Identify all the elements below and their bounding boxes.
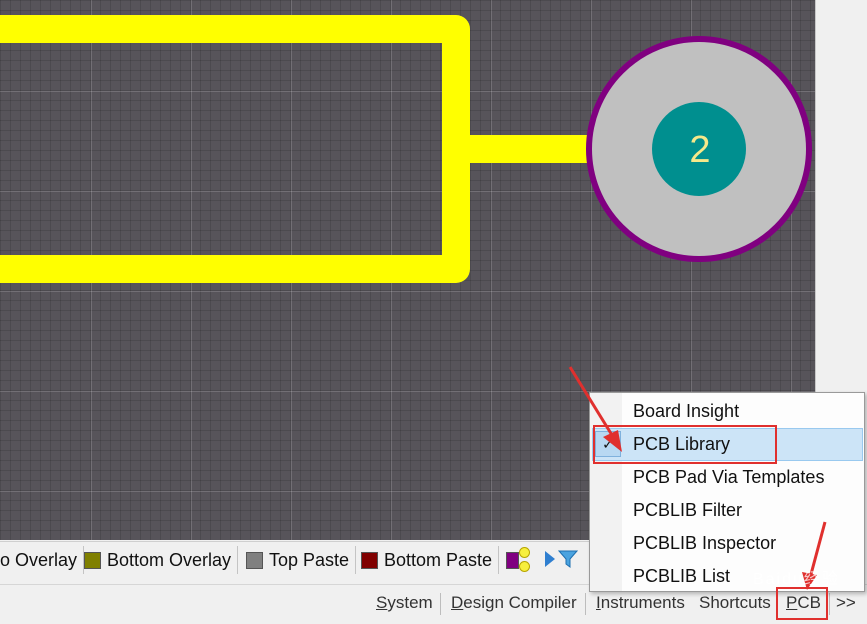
- layer-tabs-bar: o Overlay Bottom Overlay Top Paste Botto…: [0, 541, 600, 578]
- menu-item-label: PCBLIB Filter: [633, 500, 743, 520]
- accel-key: S: [376, 593, 388, 612]
- layer-color-swatch: [84, 551, 101, 569]
- shortcuts-panel-button[interactable]: Shortcuts: [699, 589, 771, 617]
- menu-item-pcblib-inspector[interactable]: PCBLIB Inspector: [592, 527, 863, 560]
- layer-tab-bottom-overlay[interactable]: Bottom Overlay: [78, 546, 239, 574]
- highlight-box-pcb-library: [593, 425, 777, 464]
- yellow-trace[interactable]: [0, 15, 600, 283]
- layer-color-swatch: [361, 551, 378, 569]
- layer-tab-label: o Overlay: [0, 549, 78, 570]
- layer-tab-label: Top Paste: [269, 549, 350, 570]
- layer-color-swatch: [506, 551, 519, 569]
- menu-item-label: Board Insight: [633, 401, 740, 421]
- more-panels-button[interactable]: >>: [836, 589, 856, 617]
- layer-tab-label: Bottom Overlay: [107, 549, 232, 570]
- layer-tab-top-overlay[interactable]: o Overlay: [0, 546, 85, 574]
- layer-set-bottom-dot-icon[interactable]: [519, 561, 530, 572]
- panel-separator: [585, 593, 586, 615]
- menu-item-pcb-pad-via-templates[interactable]: PCB Pad Via Templates: [592, 461, 863, 494]
- menu-item-label: PCBLIB List: [633, 566, 731, 586]
- filter-icon[interactable]: [558, 549, 578, 569]
- layer-color-swatch: [246, 551, 263, 569]
- menu-item-board-insight[interactable]: Board Insight: [592, 395, 863, 428]
- accel-key: D: [451, 593, 464, 612]
- button-label: Shortcuts: [699, 593, 771, 612]
- pad-number-label: 2: [689, 129, 710, 171]
- menu-item-label: PCBLIB Inspector: [633, 533, 777, 553]
- menu-item-pcblib-filter[interactable]: PCBLIB Filter: [592, 494, 863, 527]
- system-panel-button[interactable]: System: [376, 589, 433, 617]
- highlight-box-pcb-button: [776, 587, 828, 620]
- button-label: esign Compiler: [463, 593, 577, 612]
- panel-separator: [440, 593, 441, 615]
- layer-tab-bottom-paste[interactable]: Bottom Paste: [355, 546, 500, 574]
- pcb-panels-menu: Board Insight ✓ PCB Library PCB Pad Via …: [589, 392, 865, 592]
- layer-tab-label: Bottom Paste: [384, 549, 493, 570]
- menu-item-label: PCB Pad Via Templates: [633, 467, 825, 487]
- panel-separator: [829, 593, 830, 615]
- design-compiler-panel-button[interactable]: Design Compiler: [451, 589, 577, 617]
- layer-set-top-dot-icon[interactable]: [519, 547, 530, 558]
- button-label: nstruments: [600, 593, 685, 612]
- scroll-right-icon[interactable]: [544, 550, 556, 568]
- button-label: ystem: [387, 593, 433, 612]
- instruments-panel-button[interactable]: Instruments: [596, 589, 685, 617]
- layer-tab-top-paste[interactable]: Top Paste: [240, 546, 357, 574]
- layer-nav-controls: [519, 545, 579, 575]
- button-label: >>: [836, 593, 856, 612]
